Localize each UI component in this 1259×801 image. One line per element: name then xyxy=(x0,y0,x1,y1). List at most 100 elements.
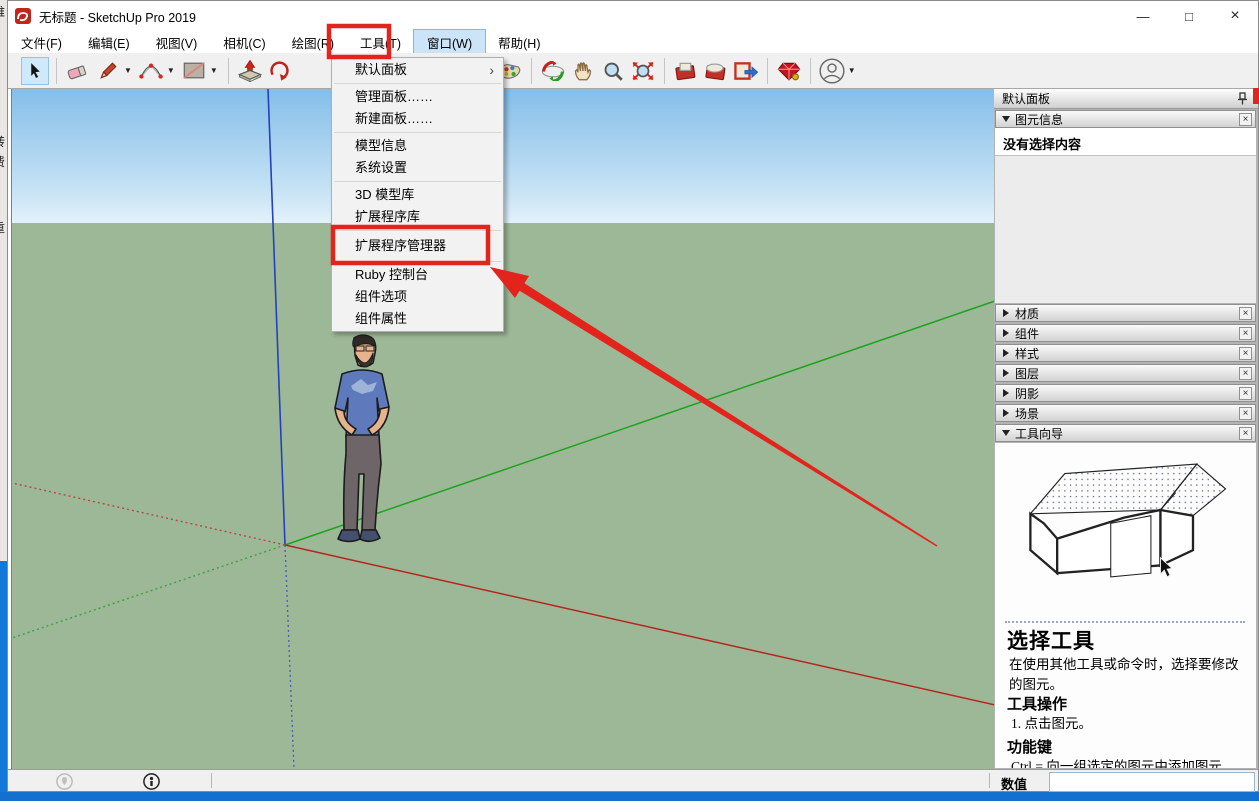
instructor-house-image xyxy=(1017,451,1237,611)
rectangle-tool-button[interactable] xyxy=(180,57,208,85)
menu-edit[interactable]: 编辑(E) xyxy=(75,30,143,55)
measurement-input[interactable] xyxy=(1049,772,1255,792)
menu-item-new-tray[interactable]: 新建面板…… xyxy=(332,108,503,130)
3d-warehouse-icon xyxy=(673,61,699,81)
section-materials[interactable]: 材质 × xyxy=(995,304,1256,322)
instructor-heading: 选择工具 xyxy=(1007,625,1095,655)
menu-item-component-options[interactable]: 组件选项 xyxy=(332,286,503,308)
menu-item-extension-warehouse[interactable]: 扩展程序库 xyxy=(332,206,503,228)
menu-window[interactable]: 窗口(W) xyxy=(414,30,485,55)
pan-hand-icon xyxy=(572,61,594,81)
close-section-icon[interactable]: × xyxy=(1239,427,1252,440)
close-section-icon[interactable]: × xyxy=(1239,387,1252,400)
red-annotation-fragment xyxy=(1253,88,1259,104)
collapsed-icon xyxy=(1003,309,1009,317)
extension-warehouse-button[interactable] xyxy=(775,57,803,85)
menu-camera[interactable]: 相机(C) xyxy=(210,30,278,55)
instructor-content[interactable]: 选择工具 在使用其他工具或命令时，选择要修改的图元。 工具操作 1. 点击图元。… xyxy=(995,443,1256,768)
close-section-icon[interactable]: × xyxy=(1239,367,1252,380)
status-separator xyxy=(989,773,990,788)
instructor-operation-step: 1. 点击图元。 xyxy=(1011,712,1092,732)
collapsed-icon xyxy=(1003,369,1009,377)
title-bar: 无标题 - SketchUp Pro 2019 — □ × xyxy=(8,1,1258,31)
section-label: 图层 xyxy=(1015,365,1039,382)
menu-item-model-info[interactable]: 模型信息 xyxy=(332,135,503,157)
menu-item-preferences[interactable]: 系统设置 xyxy=(332,157,503,179)
menu-item-3d-warehouse[interactable]: 3D 模型库 xyxy=(332,184,503,206)
menu-item-default-tray[interactable]: 默认面板 › xyxy=(332,59,503,81)
account-button[interactable] xyxy=(818,57,846,85)
expanded-icon xyxy=(1002,430,1010,436)
rectangle-icon xyxy=(183,62,205,79)
menu-help[interactable]: 帮助(H) xyxy=(485,30,553,55)
arc-icon xyxy=(139,62,163,79)
pencil-dropdown-arrow[interactable]: ▼ xyxy=(124,66,132,75)
orbit-icon xyxy=(540,61,566,81)
section-styles[interactable]: 样式 × xyxy=(995,344,1256,362)
zoom-extents-button[interactable] xyxy=(629,57,657,85)
collapsed-icon xyxy=(1003,329,1009,337)
section-layers[interactable]: 图层 × xyxy=(995,364,1256,382)
scale-figure xyxy=(318,334,404,549)
collapsed-icon xyxy=(1003,409,1009,417)
orbit-tool-button[interactable] xyxy=(539,57,567,85)
background-blue-window xyxy=(0,561,7,801)
menu-bar: 文件(F) 编辑(E) 视图(V) 相机(C) 绘图(R) 工具(T) 窗口(W… xyxy=(8,31,1258,53)
menu-item-ruby-console[interactable]: Ruby 控制台 xyxy=(332,264,503,286)
pushpull-icon xyxy=(237,60,263,82)
section-label: 样式 xyxy=(1015,345,1039,362)
eraser-tool-button[interactable] xyxy=(64,57,92,85)
select-tool-button[interactable] xyxy=(21,57,49,85)
extension-gem-icon xyxy=(777,61,801,81)
pushpull-tool-button[interactable] xyxy=(236,57,264,85)
section-entity-info[interactable]: 图元信息 × xyxy=(995,110,1256,128)
instructor-divider xyxy=(1005,621,1245,623)
menu-file[interactable]: 文件(F) xyxy=(8,30,75,55)
close-section-icon[interactable]: × xyxy=(1239,407,1252,420)
section-instructor[interactable]: 工具向导 × xyxy=(995,424,1256,442)
screen: 维 转 费 重 无标题 - SketchUp Pro 2019 — □ × 文件… xyxy=(0,0,1259,801)
rotate-icon xyxy=(269,61,291,81)
menu-draw[interactable]: 绘图(R) xyxy=(279,30,347,55)
share-model-button[interactable] xyxy=(702,57,730,85)
pin-icon[interactable] xyxy=(1237,92,1248,105)
3d-warehouse-button[interactable] xyxy=(672,57,700,85)
partial-char: 重 xyxy=(0,219,5,236)
sketchup-logo-icon xyxy=(14,7,32,25)
section-label: 工具向导 xyxy=(1015,425,1063,442)
section-components[interactable]: 组件 × xyxy=(995,324,1256,342)
instructor-keys-line: Ctrl = 向一组选定的图元中添加图元 xyxy=(1011,755,1222,768)
menu-item-label: 默认面板 xyxy=(355,62,407,77)
tray-title: 默认面板 xyxy=(1002,90,1050,107)
close-section-icon[interactable]: × xyxy=(1239,347,1252,360)
arc-tool-button[interactable] xyxy=(137,57,165,85)
share-model-icon xyxy=(703,61,729,81)
geolocation-icon[interactable] xyxy=(56,773,73,790)
close-section-icon[interactable]: × xyxy=(1239,113,1252,126)
tray-header[interactable]: 默认面板 xyxy=(994,89,1258,109)
credits-icon[interactable] xyxy=(143,773,160,790)
section-scenes[interactable]: 场景 × xyxy=(995,404,1256,422)
close-button[interactable]: × xyxy=(1212,1,1258,31)
minimize-button[interactable]: — xyxy=(1120,1,1166,31)
menu-item-component-attributes[interactable]: 组件属性 xyxy=(332,308,503,330)
menu-tools[interactable]: 工具(T) xyxy=(347,30,414,55)
section-label: 材质 xyxy=(1015,305,1039,322)
rectangle-dropdown-arrow[interactable]: ▼ xyxy=(210,66,218,75)
close-section-icon[interactable]: × xyxy=(1239,327,1252,340)
expanded-icon xyxy=(1002,116,1010,122)
menu-item-extension-manager[interactable]: 扩展程序管理器 xyxy=(332,233,503,259)
section-shadows[interactable]: 阴影 × xyxy=(995,384,1256,402)
zoom-tool-button[interactable] xyxy=(599,57,627,85)
account-dropdown-arrow[interactable]: ▼ xyxy=(848,66,856,75)
close-section-icon[interactable]: × xyxy=(1239,307,1252,320)
maximize-button[interactable]: □ xyxy=(1166,1,1212,31)
menu-view[interactable]: 视图(V) xyxy=(143,30,211,55)
pencil-tool-button[interactable] xyxy=(94,57,122,85)
submenu-arrow-icon: › xyxy=(489,59,494,81)
pan-tool-button[interactable] xyxy=(569,57,597,85)
arc-dropdown-arrow[interactable]: ▼ xyxy=(167,66,175,75)
rotate-tool-button[interactable] xyxy=(266,57,294,85)
share-component-button[interactable] xyxy=(732,57,760,85)
menu-item-manage-trays[interactable]: 管理面板…… xyxy=(332,86,503,108)
